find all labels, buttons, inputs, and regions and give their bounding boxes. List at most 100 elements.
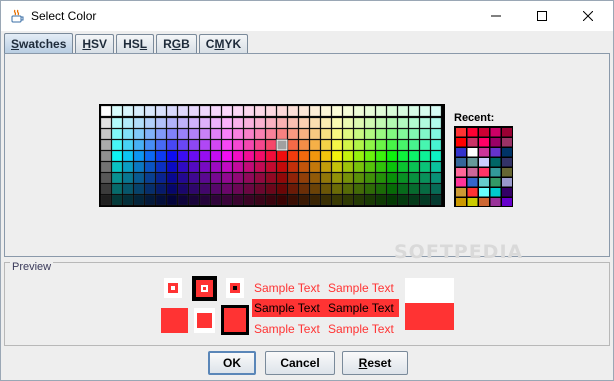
recent-swatch-cell[interactable]: [479, 158, 489, 167]
recent-swatch-cell[interactable]: [502, 178, 512, 187]
swatch-cell[interactable]: [188, 105, 200, 117]
swatch-cell[interactable]: [320, 128, 332, 140]
swatch-cell[interactable]: [210, 183, 222, 195]
swatch-cell[interactable]: [287, 161, 299, 173]
swatch-cell[interactable]: [276, 117, 288, 129]
swatch-cell[interactable]: [232, 172, 244, 184]
swatch-cell[interactable]: [166, 183, 178, 195]
swatch-cell[interactable]: [188, 172, 200, 184]
swatch-cell[interactable]: [331, 172, 343, 184]
recent-swatch-cell[interactable]: [479, 188, 489, 197]
swatch-cell[interactable]: [375, 139, 387, 151]
swatch-cell[interactable]: [155, 183, 167, 195]
cancel-button[interactable]: Cancel: [265, 351, 335, 375]
maximize-button[interactable]: [519, 1, 565, 31]
swatch-cell[interactable]: [397, 150, 409, 162]
swatch-cell[interactable]: [265, 161, 277, 173]
swatch-cell[interactable]: [177, 161, 189, 173]
swatch-cell[interactable]: [430, 105, 442, 117]
swatch-cell[interactable]: [133, 105, 145, 117]
swatch-cell[interactable]: [397, 194, 409, 206]
swatch-cell[interactable]: [188, 139, 200, 151]
swatch-cell[interactable]: [111, 105, 123, 117]
swatch-cell[interactable]: [276, 150, 288, 162]
tab-rgb[interactable]: RGB: [156, 34, 197, 53]
selected-swatch-marker[interactable]: [276, 139, 288, 151]
swatch-cell[interactable]: [199, 117, 211, 129]
swatch-cell[interactable]: [133, 150, 145, 162]
swatch-cell[interactable]: [298, 161, 310, 173]
swatch-cell[interactable]: [430, 128, 442, 140]
swatch-cell[interactable]: [419, 117, 431, 129]
swatch-cell[interactable]: [419, 161, 431, 173]
swatch-cell[interactable]: [375, 161, 387, 173]
swatch-cell[interactable]: [133, 183, 145, 195]
swatch-cell[interactable]: [254, 161, 266, 173]
swatch-cell[interactable]: [408, 183, 420, 195]
swatch-cell[interactable]: [342, 105, 354, 117]
swatch-cell[interactable]: [287, 128, 299, 140]
swatch-cell[interactable]: [342, 161, 354, 173]
swatch-cell[interactable]: [430, 139, 442, 151]
swatch-cell[interactable]: [408, 150, 420, 162]
swatch-cell[interactable]: [100, 150, 112, 162]
swatch-cell[interactable]: [221, 139, 233, 151]
swatch-cell[interactable]: [188, 183, 200, 195]
swatch-cell[interactable]: [155, 150, 167, 162]
swatch-cell[interactable]: [166, 161, 178, 173]
swatch-cell[interactable]: [122, 128, 134, 140]
recent-swatch-cell[interactable]: [490, 188, 501, 197]
swatch-cell[interactable]: [364, 150, 376, 162]
swatch-cell[interactable]: [408, 105, 420, 117]
swatch-cell[interactable]: [331, 161, 343, 173]
swatch-cell[interactable]: [111, 194, 123, 206]
swatch-cell[interactable]: [243, 183, 255, 195]
swatch-cell[interactable]: [243, 128, 255, 140]
swatch-cell[interactable]: [265, 172, 277, 184]
swatch-cell[interactable]: [309, 139, 321, 151]
swatch-cell[interactable]: [243, 194, 255, 206]
swatch-cell[interactable]: [320, 105, 332, 117]
swatch-cell[interactable]: [287, 117, 299, 129]
swatch-cell[interactable]: [199, 183, 211, 195]
swatch-cell[interactable]: [397, 128, 409, 140]
swatch-cell[interactable]: [155, 128, 167, 140]
swatch-cell[interactable]: [419, 183, 431, 195]
recent-swatch-cell[interactable]: [467, 198, 478, 207]
swatch-cell[interactable]: [298, 172, 310, 184]
recent-swatch-cell[interactable]: [467, 178, 478, 187]
swatch-cell[interactable]: [364, 194, 376, 206]
swatch-cell[interactable]: [353, 139, 365, 151]
tab-hsl[interactable]: HS L: [116, 34, 155, 53]
swatch-cell[interactable]: [122, 150, 134, 162]
swatch-cell[interactable]: [166, 139, 178, 151]
swatch-cell[interactable]: [254, 150, 266, 162]
swatch-cell[interactable]: [144, 172, 156, 184]
swatch-cell[interactable]: [397, 139, 409, 151]
recent-swatch-cell[interactable]: [490, 128, 501, 137]
swatch-cell[interactable]: [144, 128, 156, 140]
swatch-cell[interactable]: [155, 117, 167, 129]
swatch-cell[interactable]: [386, 194, 398, 206]
swatch-cell[interactable]: [111, 128, 123, 140]
recent-swatch-cell[interactable]: [502, 198, 512, 207]
swatch-cell[interactable]: [320, 194, 332, 206]
swatch-cell[interactable]: [364, 128, 376, 140]
swatch-cell[interactable]: [386, 183, 398, 195]
swatch-cell[interactable]: [419, 105, 431, 117]
recent-swatch-cell[interactable]: [467, 168, 478, 177]
swatch-cell[interactable]: [364, 105, 376, 117]
swatch-cell[interactable]: [287, 183, 299, 195]
swatch-cell[interactable]: [375, 117, 387, 129]
swatch-cell[interactable]: [386, 117, 398, 129]
swatch-cell[interactable]: [298, 183, 310, 195]
swatch-cell[interactable]: [155, 105, 167, 117]
swatch-cell[interactable]: [309, 150, 321, 162]
swatch-cell[interactable]: [342, 172, 354, 184]
swatch-cell[interactable]: [122, 105, 134, 117]
swatch-cell[interactable]: [375, 172, 387, 184]
swatch-cell[interactable]: [232, 139, 244, 151]
swatch-cell[interactable]: [133, 117, 145, 129]
swatch-cell[interactable]: [430, 150, 442, 162]
swatch-cell[interactable]: [166, 194, 178, 206]
